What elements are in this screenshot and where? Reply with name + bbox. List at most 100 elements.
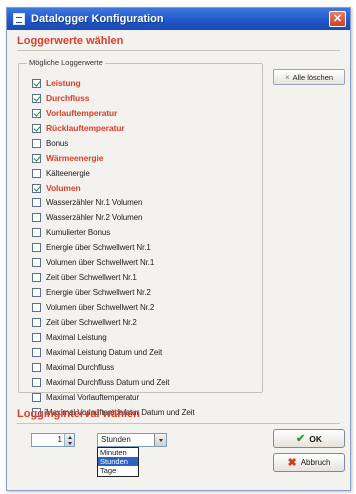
checkbox-item[interactable]: Maximal Leistung Datum und Zeit (32, 345, 195, 360)
checkbox[interactable] (32, 303, 41, 313)
checkbox-item[interactable]: Volumen (32, 181, 195, 196)
checkbox-item[interactable]: Zeit über Schwellwert Nr.1 (32, 270, 195, 285)
checkbox-label: Wärmeenergie (46, 153, 104, 164)
checkbox-label: Zeit über Schwellwert Nr.1 (46, 273, 137, 283)
checkbox[interactable] (32, 123, 41, 133)
ok-label: OK (309, 433, 322, 444)
dropdown-option[interactable]: Stunden (98, 457, 138, 466)
checkbox[interactable] (32, 332, 41, 342)
clear-all-label: Alle löschen (292, 72, 334, 82)
checkbox[interactable] (32, 273, 41, 283)
checkbox-label: Durchfluss (46, 93, 90, 104)
checkbox-item[interactable]: Volumen über Schwellwert Nr.1 (32, 255, 195, 270)
checkbox-label: Wasserzähler Nr.1 Volumen (46, 198, 143, 208)
interval-value: 1 (57, 435, 62, 444)
checkbox-item[interactable]: Rücklauftemperatur (32, 121, 195, 136)
checkbox-item[interactable]: Wasserzähler Nr.1 Volumen (32, 196, 195, 211)
window-icon (13, 13, 25, 25)
cancel-label: Abbruch (300, 458, 331, 467)
checkbox[interactable] (32, 317, 41, 327)
checkbox-item[interactable]: Durchfluss (32, 91, 195, 106)
spin-down-icon[interactable] (67, 441, 72, 445)
group-legend: Mögliche Loggerwerte (27, 58, 105, 67)
close-button[interactable]: ✕ (329, 11, 346, 27)
checkbox[interactable] (32, 228, 41, 238)
checkbox-item[interactable]: Vorlauftemperatur (32, 106, 195, 121)
window-title: Datalogger Konfiguration (31, 13, 164, 25)
cancel-button[interactable]: ✖ Abbruch (273, 453, 345, 472)
checkbox-item[interactable]: Wärmeenergie (32, 151, 195, 166)
checkbox-label: Wasserzähler Nr.2 Volumen (46, 213, 143, 223)
checkbox-label: Volumen über Schwellwert Nr.2 (46, 303, 155, 313)
checkbox-item[interactable]: Bonus (32, 136, 195, 151)
checkbox[interactable] (32, 362, 41, 372)
interval-value-spinner[interactable]: 1 (31, 433, 75, 447)
interval-unit-select[interactable]: Stunden (97, 433, 167, 447)
logger-values-group: Mögliche Loggerwerte Leistung Durchfluss V… (18, 58, 263, 417)
section-title-interval: Logginginterval wählen (17, 408, 140, 420)
interval-unit-dropdown: Minuten Stunden Tage (97, 447, 139, 477)
checkbox-label: Kälteenergie (46, 168, 90, 178)
checkbox[interactable] (32, 258, 41, 268)
checkbox[interactable] (32, 138, 41, 148)
ok-button[interactable]: ✔ OK (273, 429, 345, 448)
checkbox-label: Vorlauftemperatur (46, 108, 118, 119)
checkbox-item[interactable]: Volumen über Schwellwert Nr.2 (32, 300, 195, 315)
close-icon: ✕ (332, 12, 343, 25)
section-title-logger-values: Loggerwerte wählen (17, 35, 124, 47)
checkbox-item[interactable]: Wasserzähler Nr.2 Volumen (32, 210, 195, 225)
checkbox-label: Energie über Schwellwert Nr.1 (46, 243, 151, 253)
checkbox[interactable] (32, 78, 41, 88)
checkbox-list: Leistung Durchfluss Vorlauftemperatur Rückl… (32, 76, 195, 420)
checkbox-label: Maximal Durchfluss (46, 362, 114, 372)
checkbox-label: Leistung (46, 78, 81, 89)
checkbox[interactable] (32, 93, 41, 103)
checkbox-label: Maximal Durchfluss Datum und Zeit (46, 377, 170, 387)
checkbox-label: Maximal Leistung Datum und Zeit (46, 347, 163, 357)
checkbox-label: Bonus (46, 138, 69, 148)
checkbox-label: Volumen über Schwellwert Nr.1 (46, 258, 155, 268)
checkbox[interactable] (32, 377, 41, 387)
checkbox-item[interactable]: Kälteenergie (32, 166, 195, 181)
checkbox-label: Energie über Schwellwert Nr.2 (46, 288, 151, 298)
dropdown-option[interactable]: Tage (98, 466, 138, 475)
spinner-arrows[interactable] (64, 434, 74, 446)
cancel-icon: ✖ (287, 457, 297, 469)
checkbox-label: Kumulierter Bonus (46, 228, 111, 238)
chevron-down-icon[interactable] (154, 434, 166, 446)
checkbox-item[interactable]: Maximal Vorlauftemperatur (32, 390, 195, 405)
checkbox[interactable] (32, 213, 41, 223)
checkbox-item[interactable]: Energie über Schwellwert Nr.1 (32, 240, 195, 255)
clear-all-button[interactable]: × Alle löschen (273, 69, 345, 85)
checkbox-label: Zeit über Schwellwert Nr.2 (46, 317, 137, 327)
checkbox-item[interactable]: Leistung (32, 76, 195, 91)
checkbox[interactable] (32, 168, 41, 178)
checkmark-icon: ✔ (296, 433, 306, 445)
checkbox-item[interactable]: Zeit über Schwellwert Nr.2 (32, 315, 195, 330)
checkbox-item[interactable]: Maximal Durchfluss Datum und Zeit (32, 375, 195, 390)
checkbox-item[interactable]: Energie über Schwellwert Nr.2 (32, 285, 195, 300)
checkbox[interactable] (32, 198, 41, 208)
clear-icon: × (284, 72, 290, 82)
checkbox-label: Volumen (46, 183, 81, 194)
checkbox[interactable] (32, 288, 41, 298)
section-divider (17, 50, 340, 51)
spin-up-icon[interactable] (67, 435, 72, 439)
dropdown-option[interactable]: Minuten (98, 448, 138, 457)
checkbox-item[interactable]: Kumulierter Bonus (32, 225, 195, 240)
checkbox-item[interactable]: Maximal Leistung (32, 330, 195, 345)
checkbox[interactable] (32, 347, 41, 357)
checkbox-label: Maximal Leistung (46, 332, 107, 342)
checkbox[interactable] (32, 153, 41, 163)
checkbox[interactable] (32, 108, 41, 118)
checkbox-label: Rücklauftemperatur (46, 123, 125, 134)
checkbox[interactable] (32, 183, 41, 193)
title-bar[interactable]: Datalogger Konfiguration ✕ (7, 8, 350, 30)
checkbox-label: Maximal Vorlauftemperatur (46, 392, 140, 402)
checkbox-item[interactable]: Maximal Durchfluss (32, 360, 195, 375)
checkbox[interactable] (32, 243, 41, 253)
config-dialog: Datalogger Konfiguration ✕ Loggerwerte w… (6, 7, 351, 491)
checkbox[interactable] (32, 392, 41, 402)
interval-unit-value: Stunden (101, 435, 131, 444)
section-divider (17, 423, 340, 424)
